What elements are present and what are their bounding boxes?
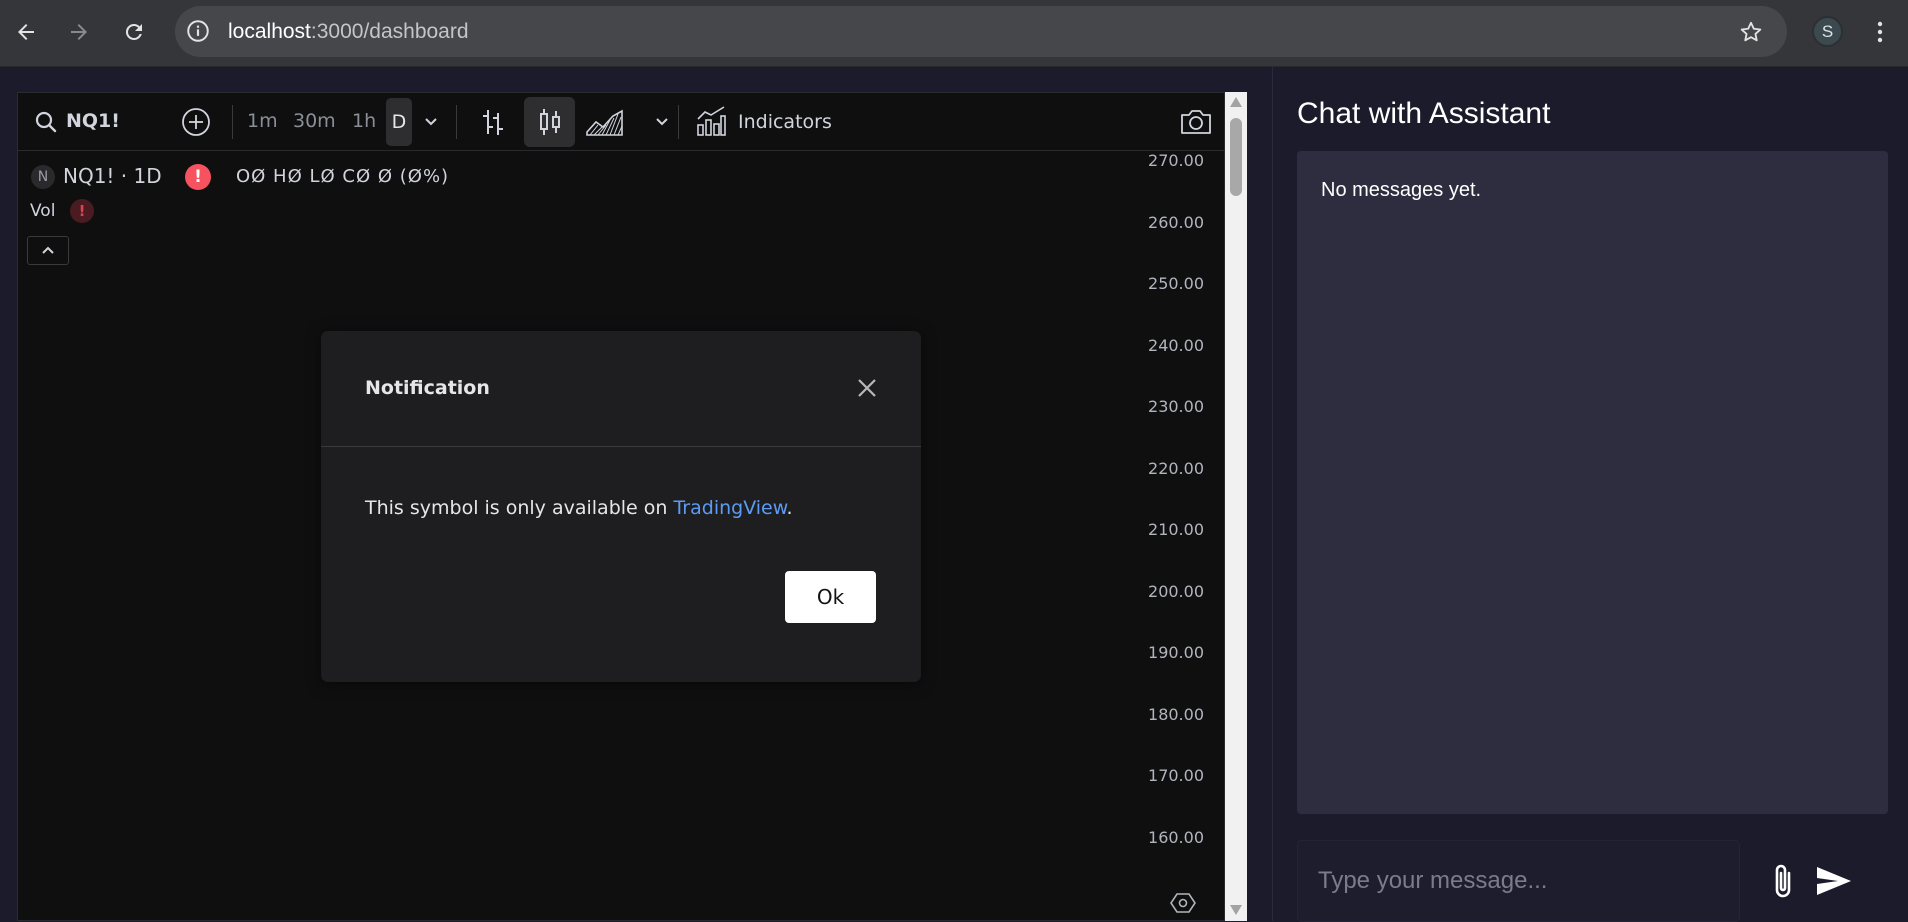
search-icon[interactable] <box>34 110 58 134</box>
browser-toolbar: localhost:3000/dashboard S <box>0 0 1908 67</box>
toolbar-divider <box>678 105 679 139</box>
chat-title: Chat with Assistant <box>1297 97 1551 130</box>
reload-icon <box>125 23 142 40</box>
price-scale[interactable]: 270.00 260.00 250.00 240.00 230.00 220.00 210.… <box>1114 151 1224 920</box>
area-chart-style-icon[interactable] <box>586 108 624 136</box>
collapse-legend-button[interactable] <box>27 236 69 265</box>
empty-messages-text: No messages yet. <box>1321 179 1482 201</box>
chevron-down-icon[interactable] <box>654 116 670 128</box>
scroll-up-arrow-icon[interactable] <box>1229 96 1243 108</box>
reload-button[interactable] <box>114 12 154 52</box>
back-button[interactable] <box>6 12 46 52</box>
site-info-icon[interactable] <box>185 18 211 44</box>
message-input[interactable] <box>1297 840 1740 922</box>
notification-dialog: Notification This symbol is only availab… <box>321 331 921 682</box>
chart-toolbar: NQ1! 1m 30m 1h D Indicators <box>18 93 1224 151</box>
price-tick-label: 200.00 <box>1148 581 1204 601</box>
indicators-icon <box>697 106 726 136</box>
paperclip-icon[interactable] <box>1770 861 1796 901</box>
dialog-message: This symbol is only available on Trading… <box>365 497 793 519</box>
price-tick-label: 190.00 <box>1148 643 1204 662</box>
symbol-search-input[interactable]: NQ1! <box>66 110 120 132</box>
price-tick-label: 270.00 <box>1148 151 1204 170</box>
price-tick-label: 250.00 <box>1148 274 1204 293</box>
volume-alert-icon[interactable]: ! <box>70 199 94 223</box>
profile-avatar[interactable]: S <box>1812 16 1843 47</box>
candlestick-icon <box>539 109 560 135</box>
toolbar-divider <box>456 105 457 139</box>
toolbar-divider <box>232 105 233 139</box>
price-tick-label: 170.00 <box>1148 766 1204 785</box>
message-text: This symbol is only available on <box>365 497 674 519</box>
alert-icon[interactable]: ! <box>185 164 211 190</box>
price-tick-label: 260.00 <box>1148 212 1204 232</box>
close-icon[interactable] <box>855 376 879 400</box>
messages-container[interactable]: No messages yet. <box>1297 151 1888 814</box>
dialog-title: Notification <box>365 377 490 399</box>
chart-settings-hexagon-icon[interactable] <box>1170 891 1196 915</box>
chevron-down-icon[interactable] <box>423 116 439 128</box>
volume-legend-label[interactable]: Vol <box>30 201 55 221</box>
scroll-down-arrow-icon[interactable] <box>1229 904 1243 916</box>
interval-d[interactable]: D <box>386 98 412 146</box>
price-tick-label: 180.00 <box>1148 704 1204 724</box>
bar-chart-style-icon[interactable] <box>479 107 507 137</box>
price-tick-label: 230.00 <box>1148 397 1204 416</box>
dialog-divider <box>321 446 921 447</box>
message-suffix: . <box>786 497 793 519</box>
interval-1h[interactable]: 1h <box>352 110 376 132</box>
candles-chart-style-button[interactable] <box>524 97 575 147</box>
url-text[interactable]: localhost:3000/dashboard <box>228 20 469 44</box>
interval-30m[interactable]: 30m <box>293 110 336 132</box>
price-tick-label: 220.00 <box>1148 458 1204 478</box>
scroll-thumb[interactable] <box>1230 118 1242 196</box>
chart-scrollbar[interactable] <box>1225 92 1247 921</box>
price-tick-label: 210.00 <box>1148 520 1204 539</box>
bookmark-star-icon[interactable] <box>1738 19 1764 45</box>
send-icon[interactable] <box>1816 865 1852 897</box>
price-tick-label: 240.00 <box>1148 335 1204 355</box>
indicators-label: Indicators <box>738 111 832 133</box>
chat-panel: Chat with Assistant No messages yet. <box>1272 67 1908 922</box>
ok-button[interactable]: Ok <box>785 571 876 623</box>
price-tick-label: 160.00 <box>1148 827 1204 847</box>
symbol-logo-badge: N <box>31 165 55 189</box>
legend-ohlc-values: OØ HØ LØ CØ Ø (Ø%) <box>236 166 450 187</box>
browser-menu-icon[interactable] <box>1868 19 1892 45</box>
back-arrow-icon <box>18 24 34 40</box>
indicators-button[interactable]: Indicators <box>696 105 848 139</box>
forward-arrow-icon <box>71 24 87 40</box>
forward-button[interactable] <box>59 12 99 52</box>
chevron-up-icon <box>42 246 54 254</box>
compare-symbol-plus-icon[interactable] <box>181 107 211 137</box>
interval-1m[interactable]: 1m <box>247 110 278 132</box>
tradingview-link[interactable]: TradingView <box>673 497 786 519</box>
camera-icon[interactable] <box>1179 108 1213 136</box>
legend-symbol-title[interactable]: NQ1! · 1D <box>63 164 162 188</box>
